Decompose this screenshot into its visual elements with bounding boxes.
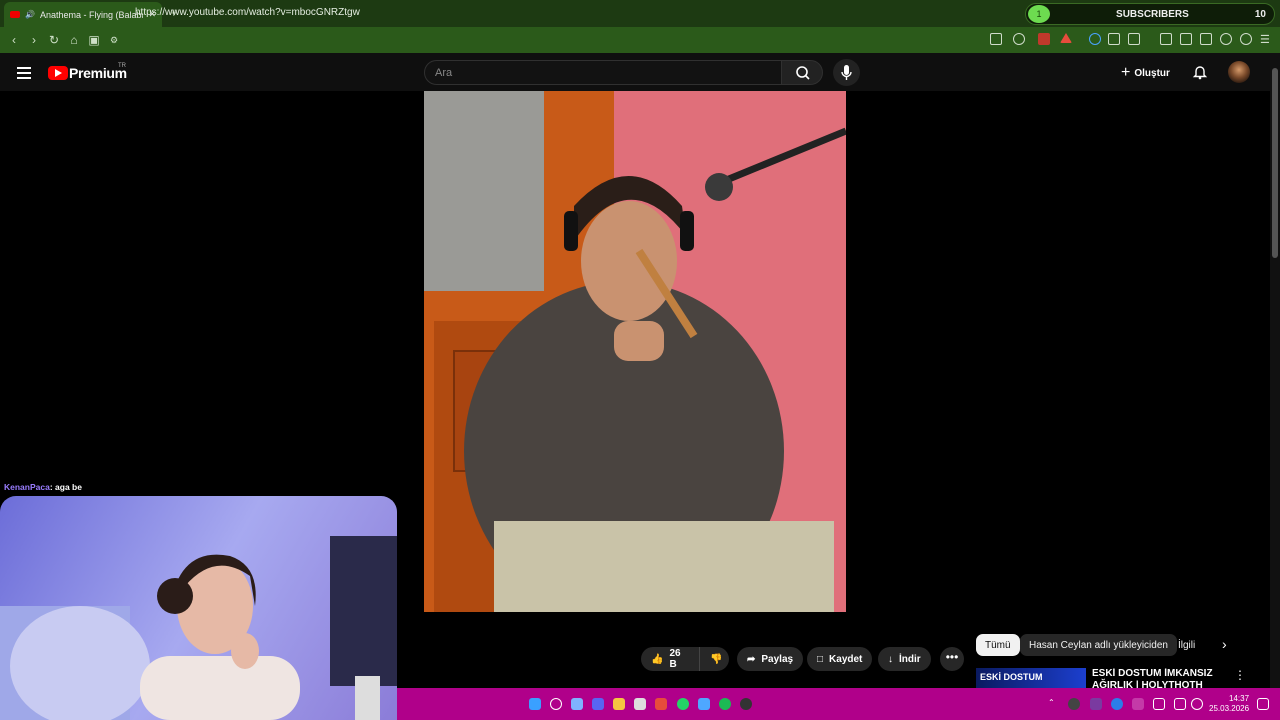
thumbnail-text: ESKİ DOSTUM [980,672,1043,682]
share-button[interactable]: ➦ Paylaş [737,647,804,671]
wifi-extension-icon[interactable] [1089,33,1101,45]
discord-icon[interactable] [592,698,604,710]
search-button[interactable] [781,60,823,85]
obs-icon[interactable] [740,698,752,710]
reload-icon[interactable]: ↻ [44,33,64,47]
webcam-overlay [0,496,397,720]
chat-text: : aga be [49,482,82,492]
settings-icon[interactable] [571,698,583,710]
webcam-frame [0,536,397,720]
subscribers-label: SUBSCRIBERS [1116,8,1189,20]
calendar-app-icon[interactable] [634,698,646,710]
music-note-icon[interactable] [1160,33,1172,45]
notifications-bell-icon[interactable] [1192,64,1208,80]
subscribers-count: 10 [1254,8,1266,20]
create-button[interactable]: + Oluştur [1121,63,1170,83]
save-label: Kaydet [829,653,863,665]
search-icon [796,66,810,80]
menu-icon[interactable]: ☰ [1260,33,1270,46]
taskbar-clock[interactable]: 14:37 25.03.2026 [1209,694,1249,714]
audio-playing-icon: 🔊 [25,10,35,19]
dislike-button[interactable]: 👎 [699,647,729,671]
cast-icon[interactable] [990,33,1002,45]
reader-view-icon[interactable] [1180,33,1192,45]
bookmark-save-icon: □ [817,653,824,665]
share-arrow-icon: ➦ [747,653,756,665]
clock-time: 14:37 [1229,694,1250,703]
recommendation-thumbnail[interactable]: ESKİ DOSTUM [976,668,1086,690]
youtube-logo-icon[interactable] [48,66,68,80]
back-icon[interactable]: ‹ [4,33,24,47]
voice-search-button[interactable] [833,59,860,86]
share-page-icon[interactable] [1013,33,1025,45]
subscribers-goal-widget: 1 SUBSCRIBERS 10 [1025,3,1275,25]
thumbs-down-icon: 👎 [710,653,723,665]
site-settings-icon[interactable]: ⚙ [104,35,124,46]
bookmark-icon[interactable]: ▣ [84,33,104,47]
video-frame [424,91,846,612]
microphone-icon [841,65,852,80]
brave-browser-icon[interactable] [655,698,667,710]
video-player[interactable] [424,91,846,612]
bluetooth-icon[interactable] [1111,698,1123,710]
forward-icon[interactable]: › [24,33,44,47]
home-icon[interactable]: ⌂ [64,33,84,47]
youtube-favicon-icon [10,11,20,18]
browser-address-bar: ‹ › ↻ ⌂ ▣ ⚙ [0,27,1280,53]
wallet-icon[interactable] [1200,33,1212,45]
thumbs-up-icon: 👍 [651,653,664,665]
chip-all[interactable]: Tümü [976,634,1020,656]
chip-from-uploader[interactable]: Hasan Ceylan adlı yükleyiciden [1020,634,1177,656]
chip-related[interactable]: İlgili [1169,634,1204,656]
search-input[interactable]: Ara [424,60,782,85]
search-taskbar-icon[interactable] [550,698,562,710]
account-avatar[interactable] [1228,61,1250,83]
tray-app-4-icon[interactable] [1153,698,1165,710]
volume-icon[interactable] [1191,698,1203,710]
file-explorer-icon[interactable] [613,698,625,710]
recommendation-title[interactable]: ESKİ DOSTUM İMKANSIZ AĞIRLIK | HOLYTHOTH… [1092,668,1222,688]
vpn-shield-icon[interactable] [1240,33,1252,45]
start-icon[interactable] [529,698,541,710]
like-button[interactable]: 👍 26 B [641,647,699,671]
download-icon: ↓ [888,653,893,665]
tab-title: Anathema - Flying (Balaban/I [39,9,143,20]
shield-extension-icon[interactable] [1038,33,1050,45]
chat-username: KenanPaca [4,482,50,492]
download-label: İndir [899,653,921,665]
tray-app-2-icon[interactable] [1090,698,1102,710]
subscribers-progress-dot: 1 [1028,5,1050,23]
sidebar-panel-icon[interactable] [1128,33,1140,45]
recommendation-menu-icon[interactable]: ⋮ [1234,668,1246,682]
like-count: 26 B [669,648,681,670]
chips-next-icon[interactable]: › [1222,636,1227,652]
guide-menu-icon[interactable] [17,67,31,82]
stream-chat-message: KenanPaca: aga be [4,482,82,492]
plus-icon: + [1121,64,1131,81]
save-button[interactable]: □ Kaydet [807,647,873,671]
region-code: TR [118,63,126,69]
triangle-extension-icon[interactable] [1060,33,1072,43]
photos-icon[interactable] [698,698,710,710]
spotify-icon[interactable] [719,698,731,710]
tray-app-3-icon[interactable] [1132,698,1144,710]
more-actions-button[interactable]: ••• [940,647,964,671]
tray-overflow-icon[interactable]: ⌃ [1048,698,1055,707]
create-label: Oluştur [1134,67,1170,79]
ai-sparkle-icon[interactable] [1220,33,1232,45]
whatsapp-icon[interactable] [677,698,689,710]
puzzle-extensions-icon[interactable] [1108,33,1120,45]
url-field[interactable]: https://www.youtube.com/watch?v=mbocGNRZ… [135,7,360,18]
tray-app-icon[interactable] [1068,698,1080,710]
share-label: Paylaş [761,653,794,665]
scrollbar-thumb[interactable] [1272,68,1278,258]
network-icon[interactable] [1174,698,1186,710]
notifications-icon[interactable] [1257,698,1269,710]
clock-date: 25.03.2026 [1209,704,1250,713]
download-button[interactable]: ↓ İndir [878,647,931,671]
